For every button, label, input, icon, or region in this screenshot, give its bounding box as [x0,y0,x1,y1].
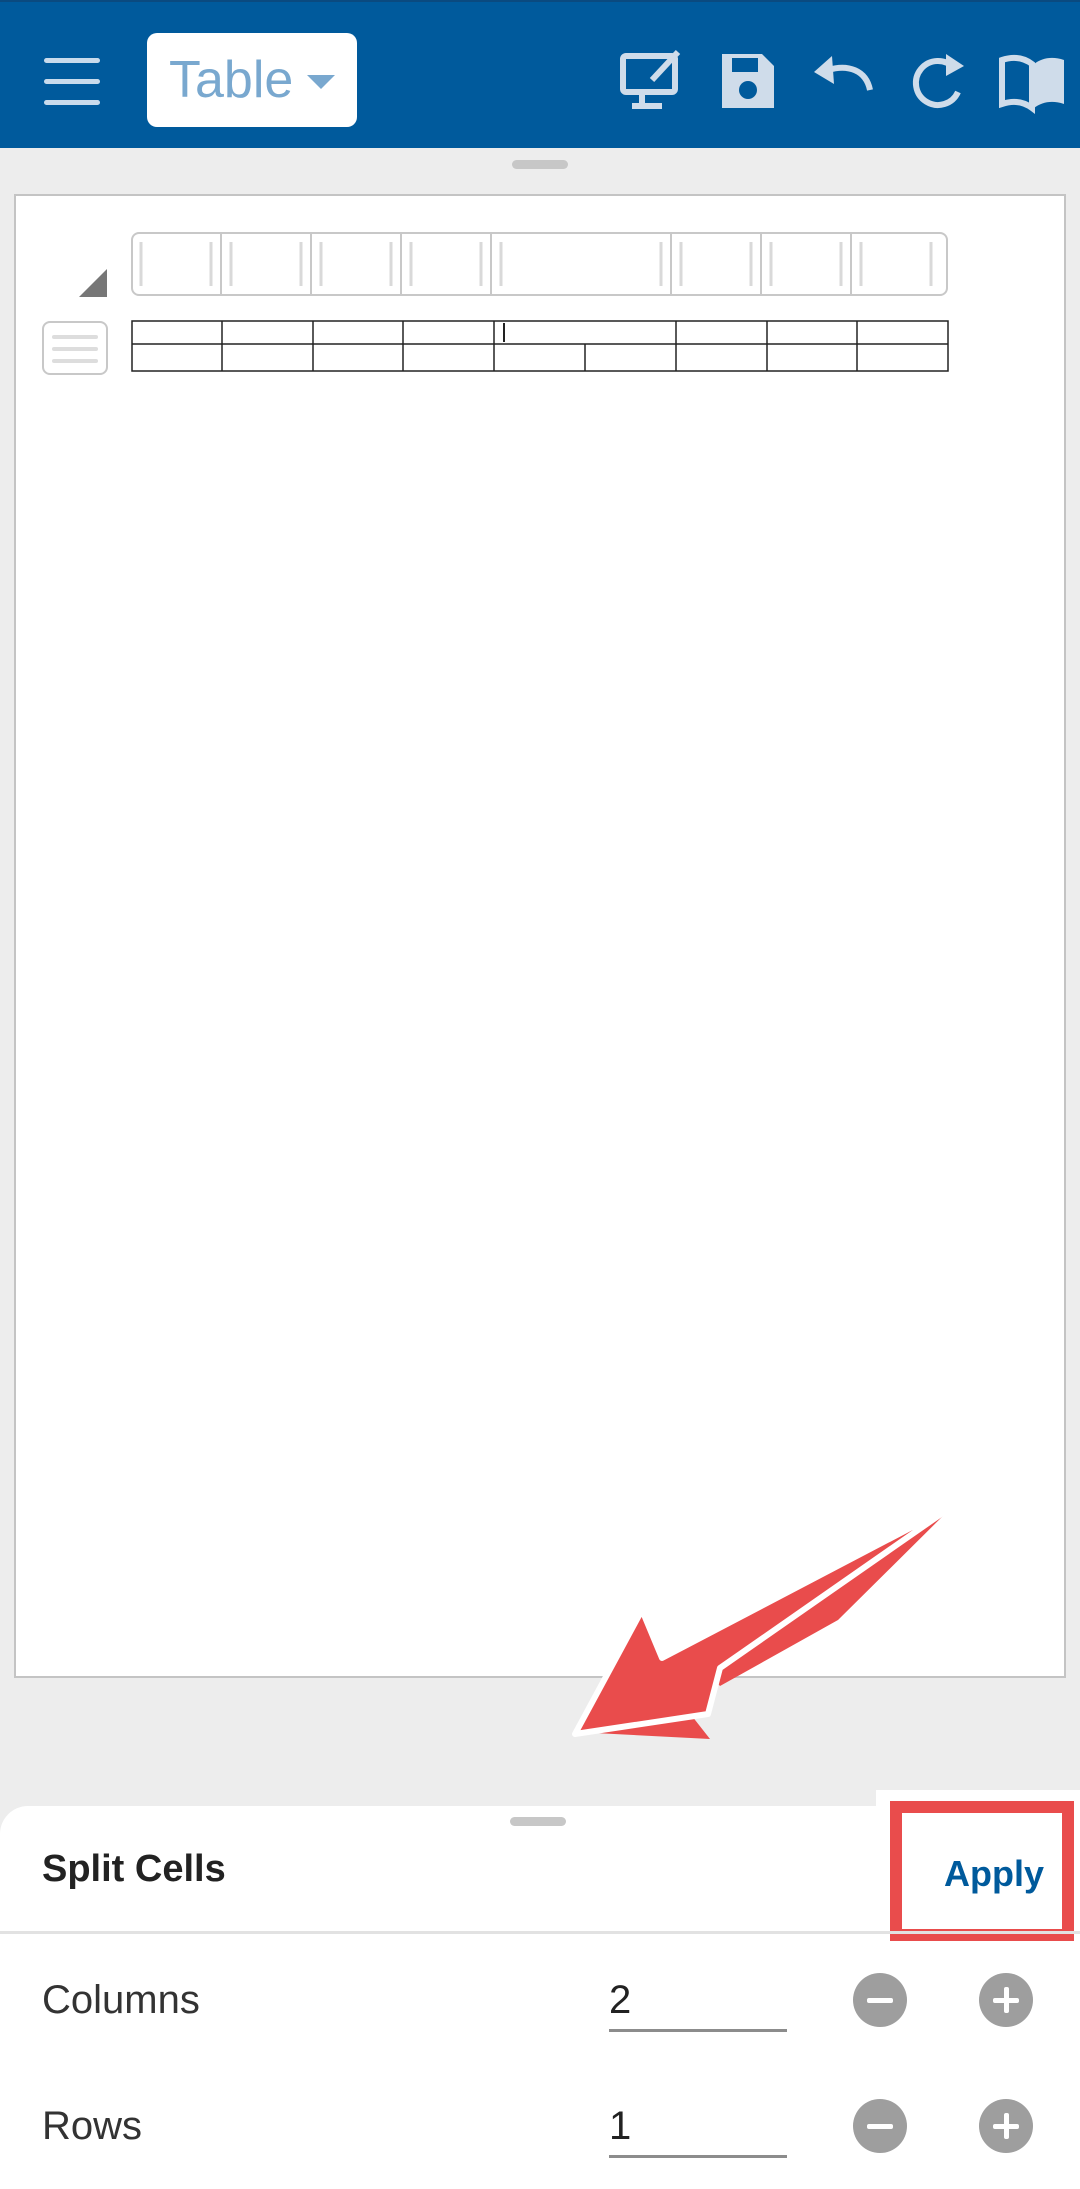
sheet-divider [0,1931,1080,1934]
columns-label: Columns [42,1978,200,2022]
document-table[interactable] [131,320,949,372]
document-drag-handle[interactable] [512,160,568,169]
mode-dropdown-label: Table [169,51,294,109]
rows-input[interactable] [609,2098,787,2158]
top-toolbar: Table [0,0,1080,148]
undo-icon[interactable] [808,46,878,116]
chevron-down-icon [307,75,336,89]
rows-decrement-button[interactable] [853,2099,907,2153]
table-column-ruler[interactable] [131,232,948,296]
table-select-corner-icon[interactable] [79,269,107,297]
hamburger-menu-icon[interactable] [44,58,100,105]
columns-input[interactable] [609,1972,787,2032]
table-row-handle[interactable] [42,321,108,375]
columns-decrement-button[interactable] [853,1973,907,2027]
document-page[interactable] [14,194,1066,1678]
monitor-edit-icon[interactable] [618,46,688,116]
mode-dropdown-button[interactable]: Table [147,33,357,127]
rows-label: Rows [42,2104,143,2148]
redo-icon[interactable] [902,46,972,116]
annotation-arrow [572,1502,957,1739]
columns-increment-button[interactable] [979,1973,1033,2027]
rows-increment-button[interactable] [979,2099,1033,2153]
sheet-title: Split Cells [42,1848,226,1890]
apply-button[interactable]: Apply [944,1853,1044,1895]
save-icon[interactable] [712,46,782,116]
book-icon[interactable] [998,46,1068,116]
sheet-drag-handle[interactable] [510,1817,566,1826]
